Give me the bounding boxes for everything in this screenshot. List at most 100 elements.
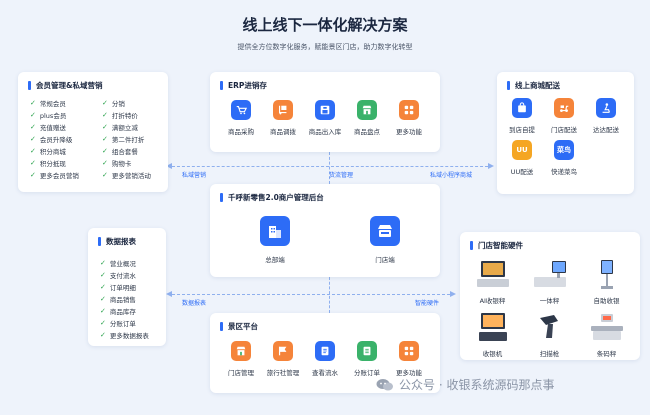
store-icon bbox=[231, 341, 251, 361]
report-feature: ✓ 支付流水 bbox=[100, 270, 136, 280]
reports-list: ✓ 营业概况 ✓ 支付流水 ✓ 订单明细 ✓ 商品销售 ✓ 商品库存 ✓ 分账订单 ✓ 更多数据报表 bbox=[100, 258, 149, 340]
erp-item[interactable]: 商品调拨 bbox=[262, 100, 304, 136]
check-icon: ✓ bbox=[100, 318, 106, 327]
platform-label: 总部端 bbox=[265, 256, 285, 264]
platform-card-header: 千呼新零售2.0商户管理后台 bbox=[220, 192, 324, 203]
arrow-left-bottom bbox=[166, 291, 172, 297]
membership-feature: ✓ 满额立减 bbox=[102, 122, 138, 132]
uu-icon: UU bbox=[512, 140, 532, 160]
page-subtitle: 提供全方位数字化服务，赋能景区门店，助力数字化转型 bbox=[237, 43, 413, 51]
hardware-item[interactable]: 收银机 bbox=[464, 311, 521, 358]
online-item[interactable]: 门店配送 bbox=[543, 98, 585, 134]
connector-label-smart-hardware: 智能硬件 bbox=[415, 300, 440, 307]
bag-icon bbox=[512, 98, 532, 118]
check-icon: ✓ bbox=[30, 158, 36, 167]
connector-label-inventory: 货流管理 bbox=[329, 172, 354, 179]
erp-item[interactable]: 更多功能 bbox=[388, 100, 430, 136]
membership-feature: ✓ 组合套餐 bbox=[102, 146, 138, 156]
platform-item[interactable]: 总部端 bbox=[245, 216, 305, 264]
hardware-label: 一体秤 bbox=[539, 297, 560, 305]
doc-icon bbox=[315, 341, 335, 361]
check-icon: ✓ bbox=[100, 330, 106, 339]
check-icon: ✓ bbox=[30, 122, 36, 131]
membership-card-header: 会员管理&私域营销 bbox=[28, 80, 103, 91]
dolly-icon bbox=[273, 100, 293, 120]
erp-icon-row: 商品采购 商品调拨 商品出入库 商品盘点 更多功能 bbox=[220, 100, 430, 136]
online-label: 门店配送 bbox=[551, 126, 577, 134]
erp-item[interactable]: 商品出入库 bbox=[304, 100, 346, 136]
watermark: 公众号 · 收银系统源码那点事 bbox=[376, 376, 554, 393]
hardware-label: 收银机 bbox=[482, 350, 503, 358]
scenic-item[interactable]: 旅行社管理 bbox=[262, 341, 304, 377]
membership-feature: ✓ 会员升降级 bbox=[30, 134, 73, 144]
online-item[interactable]: UU UU配送 bbox=[501, 140, 543, 176]
hardware-label: 扫描枪 bbox=[539, 350, 560, 358]
online-card-header: 线上商城配送 bbox=[507, 80, 560, 91]
check-icon: ✓ bbox=[100, 270, 106, 279]
membership-card: 会员管理&私域营销 ✓ 常规会员 ✓ 分销 ✓ plus会员 ✓ 打折特价 ✓ 充值赠送 ✓ 满额立减… bbox=[18, 72, 168, 192]
online-item[interactable]: 到店自提 bbox=[501, 98, 543, 134]
online-item[interactable]: 菜鸟 快递菜鸟 bbox=[543, 140, 585, 176]
check-icon: ✓ bbox=[102, 170, 108, 179]
platform-label: 门店端 bbox=[375, 256, 395, 264]
report-feature: ✓ 分账订单 bbox=[100, 318, 136, 328]
membership-feature: ✓ 常规会员 bbox=[30, 98, 66, 108]
warehouse-icon bbox=[315, 100, 335, 120]
erp-item[interactable]: 商品采购 bbox=[220, 100, 262, 136]
watermark-text: 公众号 · 收银系统源码那点事 bbox=[399, 378, 555, 392]
hardware-label: 自助收银 bbox=[593, 297, 620, 305]
erp-title: ERP进销存 bbox=[228, 81, 267, 90]
online-item[interactable]: 达达配送 bbox=[585, 98, 627, 134]
hardware-item[interactable]: 扫描枪 bbox=[521, 311, 578, 358]
hardware-card: 门店智能硬件 AI收银秤 一体秤 自助收银 收银机 扫描枪 条码秤 bbox=[460, 232, 640, 360]
cainiao-icon: 菜鸟 bbox=[554, 140, 574, 160]
check-icon: ✓ bbox=[100, 258, 106, 267]
check-icon: ✓ bbox=[100, 294, 106, 303]
online-label: 到店自提 bbox=[509, 126, 535, 134]
report-feature: ✓ 营业概况 bbox=[100, 258, 136, 268]
erp-label: 更多功能 bbox=[396, 128, 422, 136]
check-icon: ✓ bbox=[100, 306, 106, 315]
check-icon: ✓ bbox=[30, 98, 36, 107]
scenic-item[interactable]: 门店管理 bbox=[220, 341, 262, 377]
platform-item[interactable]: 门店端 bbox=[355, 216, 415, 264]
arrow-right-top bbox=[488, 163, 494, 169]
ai-scale-icon bbox=[473, 258, 513, 290]
scenic-icon-row: 门店管理 旅行社管理 查看流水 分账订单 更多功能 bbox=[220, 341, 430, 377]
arrow-right-bottom bbox=[450, 291, 456, 297]
scenic-card-header: 景区平台 bbox=[220, 321, 258, 332]
hardware-item[interactable]: 一体秤 bbox=[521, 258, 578, 305]
hardware-item[interactable]: 条码秤 bbox=[578, 311, 635, 358]
hardware-row: AI收银秤 一体秤 自助收银收银机 扫描枪 条码秤 bbox=[464, 258, 638, 358]
flag-icon bbox=[273, 341, 293, 361]
hardware-item[interactable]: 自助收银 bbox=[578, 258, 635, 305]
erp-card: ERP进销存 商品采购 商品调拨 商品出入库 商品盘点 更多功能 bbox=[210, 72, 440, 152]
platform-title: 千呼新零售2.0商户管理后台 bbox=[228, 193, 324, 202]
rider-icon bbox=[596, 98, 616, 118]
scenic-item[interactable]: 分账订单 bbox=[346, 341, 388, 377]
wechat-icon bbox=[376, 378, 393, 390]
check-icon: ✓ bbox=[100, 282, 106, 291]
membership-list: ✓ 常规会员 ✓ 分销 ✓ plus会员 ✓ 打折特价 ✓ 充值赠送 ✓ 满额立减 ✓ 会员升降级 ✓ 第二件… bbox=[30, 98, 174, 180]
check-icon: ✓ bbox=[102, 134, 108, 143]
online-icon-row: 到店自提 门店配送 达达配送 UU UU配送 菜鸟快递菜鸟 bbox=[501, 98, 631, 176]
scenic-item[interactable]: 查看流水 bbox=[304, 341, 346, 377]
store-icon bbox=[357, 100, 377, 120]
hardware-item[interactable]: AI收银秤 bbox=[464, 258, 521, 305]
scanner-icon bbox=[530, 311, 570, 343]
check-icon: ✓ bbox=[102, 98, 108, 107]
scenic-item[interactable]: 更多功能 bbox=[388, 341, 430, 377]
online-label: UU配送 bbox=[510, 168, 534, 176]
erp-item[interactable]: 商品盘点 bbox=[346, 100, 388, 136]
kiosk-icon bbox=[587, 258, 627, 290]
reports-card: 数据报表 ✓ 营业概况 ✓ 支付流水 ✓ 订单明细 ✓ 商品销售 ✓ 商品库存 ✓ 分账订单 ✓ 更多数据… bbox=[88, 228, 166, 346]
check-icon: ✓ bbox=[30, 146, 36, 155]
membership-feature: ✓ 积分商城 bbox=[30, 146, 66, 156]
scenic-title: 景区平台 bbox=[228, 322, 258, 331]
connector-label-data-report: 数据报表 bbox=[182, 300, 207, 307]
erp-label: 商品盘点 bbox=[354, 128, 380, 136]
report-feature: ✓ 商品销售 bbox=[100, 294, 136, 304]
online-label: 快递菜鸟 bbox=[551, 168, 577, 176]
reports-title: 数据报表 bbox=[106, 237, 136, 246]
building-icon bbox=[260, 216, 290, 246]
